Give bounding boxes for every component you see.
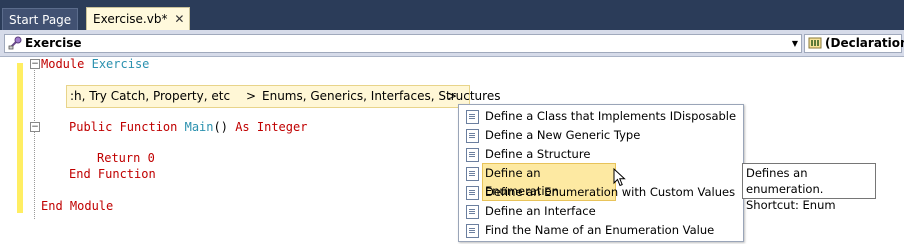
snippet-icon [466, 110, 479, 124]
snippet-breadcrumb: :h, Try Catch, Property, etc > Enums, Ge… [66, 85, 500, 108]
tooltip-description: Defines an enumeration. [746, 166, 824, 196]
code-line-function: Public Function Main() As Integer [69, 120, 307, 134]
tab-start-page[interactable]: Start Page [2, 8, 79, 31]
module-name: Exercise [91, 57, 150, 71]
declarations-icon [808, 37, 822, 49]
keyword: Public Function [69, 120, 178, 134]
number-literal: 0 [147, 151, 155, 165]
tooltip-shortcut: Shortcut: Enum [746, 198, 836, 212]
keyword: Module [41, 57, 85, 71]
module-icon [8, 36, 22, 50]
breadcrumb-separator: > [447, 89, 458, 103]
snippet-item[interactable]: Define a Class that Implements IDisposab… [461, 107, 739, 125]
breadcrumb-item-common-code[interactable]: :h, Try Catch, Property, etc [70, 86, 230, 107]
method-name-combo[interactable]: (Declarations) [804, 34, 904, 53]
snippet-item-selected[interactable]: Define an Enumeration [461, 163, 739, 201]
snippet-item[interactable]: Define a New Generic Type [461, 126, 739, 144]
snippet-icon [466, 167, 479, 181]
snippet-tooltip: Defines an enumeration. Shortcut: Enum [742, 163, 876, 212]
collapse-module-toggle[interactable]: − [30, 59, 40, 69]
snippet-icon [466, 129, 479, 143]
code-line-return: Return 0 [97, 151, 155, 165]
code-line-module: Module Exercise [41, 57, 149, 71]
modified-lines-indicator [17, 63, 23, 213]
snippet-label: Define a Class that Implements IDisposab… [485, 109, 737, 123]
code-line-end-function: End Function [69, 167, 156, 181]
snippet-label: Define an Interface [485, 204, 596, 218]
function-name: Main [184, 120, 214, 134]
snippet-item[interactable]: Find the Name of an Enumeration Value [461, 221, 739, 239]
snippet-item[interactable]: Define an Interface [461, 202, 739, 220]
close-icon[interactable]: ✕ [174, 8, 184, 31]
snippet-icon [466, 148, 479, 162]
parens: () [213, 120, 228, 134]
class-name-combo[interactable]: Exercise ▼ [4, 34, 802, 53]
outline-margin [34, 61, 36, 219]
snippet-icon [466, 186, 479, 200]
breadcrumb-separator: > [246, 89, 257, 103]
snippet-icon [466, 224, 479, 238]
navigation-bar: Exercise ▼ (Declarations) [0, 30, 904, 57]
tab-exercise-vb[interactable]: Exercise.vb* ✕ [86, 7, 191, 31]
method-name-value: (Declarations) [825, 36, 904, 50]
chevron-down-icon[interactable]: ▼ [792, 35, 798, 52]
class-name-value: Exercise [25, 36, 82, 50]
snippet-label: Define a Structure [485, 147, 591, 161]
keyword: As Integer [235, 120, 308, 134]
snippet-label: Define an Enumeration with Custom Values [485, 185, 736, 199]
snippet-icon [466, 205, 479, 219]
snippet-list[interactable]: Define a Class that Implements IDisposab… [458, 104, 744, 242]
snippet-label: Define a New Generic Type [485, 128, 641, 142]
tab-start-page-label: Start Page [9, 13, 72, 27]
collapse-function-toggle[interactable]: − [30, 122, 40, 132]
tab-exercise-vb-label: Exercise.vb* [93, 12, 168, 26]
mouse-cursor-icon [613, 168, 626, 187]
code-line-end-module: End Module [41, 199, 114, 213]
snippet-item[interactable]: Define an Enumeration with Custom Values [461, 183, 739, 201]
keyword: Return [97, 151, 141, 165]
snippet-item[interactable]: Define a Structure [461, 145, 739, 163]
snippet-label: Find the Name of an Enumeration Value [485, 223, 715, 237]
document-tab-strip: Start Page Exercise.vb* ✕ [0, 0, 904, 31]
